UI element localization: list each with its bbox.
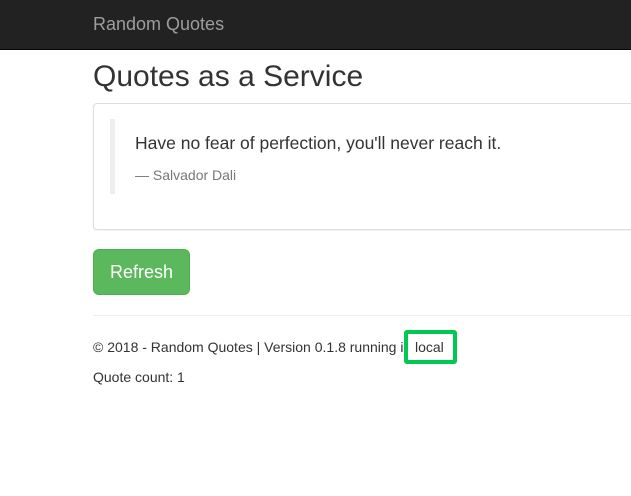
environment-label: local: [415, 339, 444, 355]
page-title: Quotes as a Service: [93, 60, 364, 93]
footer-version-info: © 2018 - Random Quotes | Version 0.1.8 r…: [93, 339, 404, 355]
quote-author: — Salvador Dali: [135, 167, 237, 183]
refresh-button[interactable]: Refresh: [93, 249, 190, 295]
quote-panel: Have no fear of perfection, you'll never…: [93, 103, 631, 230]
quote-blockquote: Have no fear of perfection, you'll never…: [110, 119, 630, 194]
navbar-brand-link[interactable]: Random Quotes: [93, 14, 224, 34]
top-navbar: Random Quotes: [0, 0, 631, 50]
footer-divider: [93, 315, 631, 316]
quote-text: Have no fear of perfection, you'll never…: [135, 133, 502, 153]
quote-count: Quote count: 1: [93, 369, 185, 385]
